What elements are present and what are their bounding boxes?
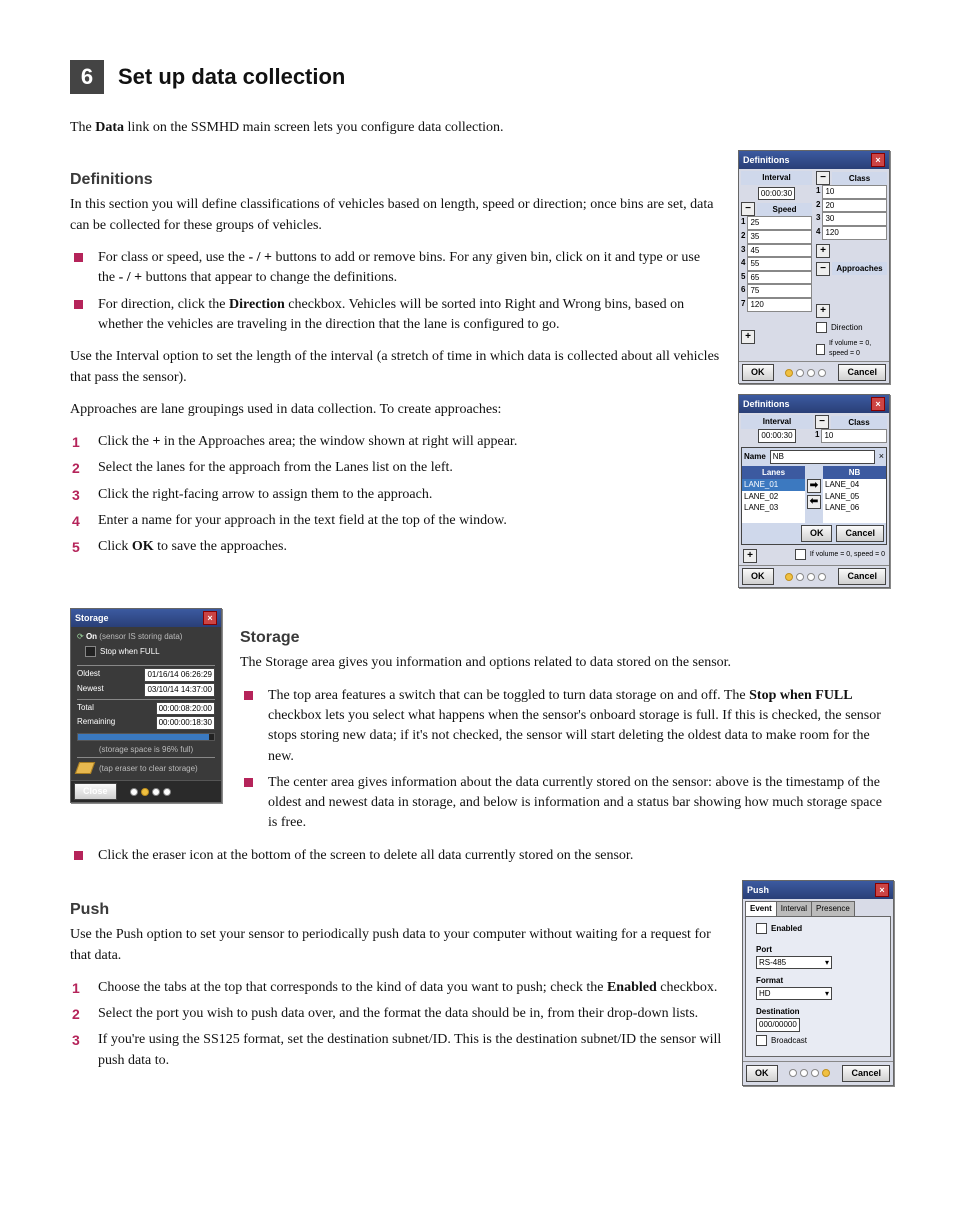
ok-button[interactable]: OK <box>742 568 774 585</box>
port-select[interactable]: RS-485▾ <box>756 956 832 970</box>
push-step-2: Select the port you wish to push data ov… <box>70 1004 724 1024</box>
lane-item[interactable]: LANE_03 <box>742 502 805 514</box>
speed-bin[interactable]: 65 <box>747 271 812 285</box>
definitions-intro: In this section you will define classifi… <box>70 195 720 236</box>
lane-item[interactable]: LANE_05 <box>823 491 886 503</box>
definitions-approaches-paragraph: Approaches are lane groupings used in da… <box>70 400 720 420</box>
definitions-bullet-classspeed: For class or speed, use the - / + button… <box>70 248 720 289</box>
class-bin[interactable]: 20 <box>822 199 887 213</box>
storage-bullet-center: The center area gives information about … <box>240 773 894 834</box>
push-tabs[interactable]: Event Interval Presence <box>745 901 891 916</box>
page-dots <box>785 369 826 377</box>
chevron-down-icon: ▾ <box>825 988 829 1000</box>
minus-button[interactable]: − <box>815 415 829 429</box>
storage-bullet-top: The top area features a switch that can … <box>240 686 894 767</box>
close-icon[interactable]: × <box>871 397 885 411</box>
push-step-3: If you're using the SS125 format, set th… <box>70 1030 724 1071</box>
eraser-icon[interactable] <box>75 762 95 774</box>
tab-event[interactable]: Event <box>745 901 777 916</box>
arrow-right-icon[interactable]: ➡ <box>807 479 821 493</box>
close-icon[interactable]: × <box>871 153 885 167</box>
page-dots <box>130 788 171 796</box>
figure-push-window: Push× Event Interval Presence Enabled Po… <box>742 880 894 1086</box>
speed-bin[interactable]: 120 <box>747 298 812 312</box>
minus-button[interactable]: − <box>741 202 755 216</box>
ok-button[interactable]: OK <box>801 525 833 542</box>
destination-field[interactable]: 000/00000 <box>756 1018 800 1032</box>
plus-button[interactable]: + <box>816 304 830 318</box>
enabled-checkbox[interactable]: Enabled <box>756 923 802 935</box>
stop-when-full-checkbox[interactable]: Stop when FULL <box>85 646 160 658</box>
close-button[interactable]: Close <box>74 783 117 800</box>
chevron-down-icon: ▾ <box>825 957 829 969</box>
section-number-badge: 6 <box>70 60 104 94</box>
approach-step-3: Click the right-facing arrow to assign t… <box>70 485 720 505</box>
tab-presence[interactable]: Presence <box>811 901 855 916</box>
close-icon[interactable]: × <box>875 883 889 897</box>
plus-button[interactable]: + <box>816 244 830 258</box>
storage-intro: The Storage area gives you information a… <box>240 653 894 673</box>
definitions-heading: Definitions <box>70 168 720 191</box>
close-icon[interactable]: × <box>879 450 884 463</box>
speed-bin[interactable]: 55 <box>747 257 812 271</box>
lane-item[interactable]: LANE_06 <box>823 502 886 514</box>
push-intro: Use the Push option to set your sensor t… <box>70 925 724 966</box>
definitions-interval-paragraph: Use the Interval option to set the lengt… <box>70 347 720 388</box>
speed-bin[interactable]: 45 <box>747 244 812 258</box>
storage-bullet-eraser: Click the eraser icon at the bottom of t… <box>70 846 894 866</box>
section-title-text: Set up data collection <box>118 61 345 93</box>
page-dots <box>785 573 826 581</box>
cancel-button[interactable]: Cancel <box>838 364 886 381</box>
cancel-button[interactable]: Cancel <box>836 525 884 542</box>
intro-paragraph: The Data link on the SSMHD main screen l… <box>70 118 894 138</box>
speed-bin[interactable]: 35 <box>747 230 812 244</box>
approach-step-4: Enter a name for your approach in the te… <box>70 511 720 531</box>
figure-approach-editor-window: Definitions× Interval 00:00:30 −Class 11… <box>738 394 890 588</box>
lane-item[interactable]: LANE_01 <box>742 479 805 491</box>
cancel-button[interactable]: Cancel <box>838 568 886 585</box>
speed-bin[interactable]: 75 <box>747 284 812 298</box>
ok-button[interactable]: OK <box>746 1065 778 1082</box>
direction-checkbox[interactable]: Direction <box>816 322 863 334</box>
section-heading: 6 Set up data collection <box>70 60 894 94</box>
approach-step-5: Click OK to save the approaches. <box>70 537 720 557</box>
class-bin[interactable]: 30 <box>822 212 887 226</box>
push-step-1: Choose the tabs at the top that correspo… <box>70 978 724 998</box>
lane-item[interactable]: LANE_02 <box>742 491 805 503</box>
approach-name-field[interactable]: NB <box>770 450 875 464</box>
approach-step-1: Click the + in the Approaches area; the … <box>70 432 720 452</box>
lane-item[interactable]: LANE_04 <box>823 479 886 491</box>
interval-field[interactable]: 00:00:30 <box>758 187 795 201</box>
ifvolume-checkbox[interactable]: If volume = 0, speed = 0 <box>816 339 887 359</box>
plus-button[interactable]: + <box>743 549 757 563</box>
class-bin[interactable]: 10 <box>822 185 887 199</box>
format-select[interactable]: HD▾ <box>756 987 832 1001</box>
ifvolume-checkbox[interactable]: If volume = 0, speed = 0 <box>795 549 885 560</box>
storage-bar <box>77 733 215 741</box>
speed-bin[interactable]: 25 <box>747 216 812 230</box>
tab-interval[interactable]: Interval <box>776 901 812 916</box>
cancel-button[interactable]: Cancel <box>842 1065 890 1082</box>
plus-button[interactable]: + <box>741 330 755 344</box>
minus-button[interactable]: − <box>816 171 830 185</box>
push-heading: Push <box>70 898 724 921</box>
broadcast-checkbox[interactable]: Broadcast <box>756 1035 807 1047</box>
figure-definitions-window: Definitions× Interval 00:00:30 −Speed 12… <box>738 150 890 384</box>
definitions-bullet-direction: For direction, click the Direction check… <box>70 295 720 336</box>
arrow-left-icon[interactable]: ⬅ <box>807 495 821 509</box>
approach-step-2: Select the lanes for the approach from t… <box>70 458 720 478</box>
storage-heading: Storage <box>240 626 894 649</box>
ok-button[interactable]: OK <box>742 364 774 381</box>
minus-button[interactable]: − <box>816 262 830 276</box>
interval-field[interactable]: 00:00:30 <box>758 429 795 443</box>
figure-storage-window: Storage× ⟳ On (sensor IS storing data) S… <box>70 608 222 803</box>
page-dots <box>789 1069 830 1077</box>
class-bin[interactable]: 120 <box>822 226 887 240</box>
close-icon[interactable]: × <box>203 611 217 625</box>
